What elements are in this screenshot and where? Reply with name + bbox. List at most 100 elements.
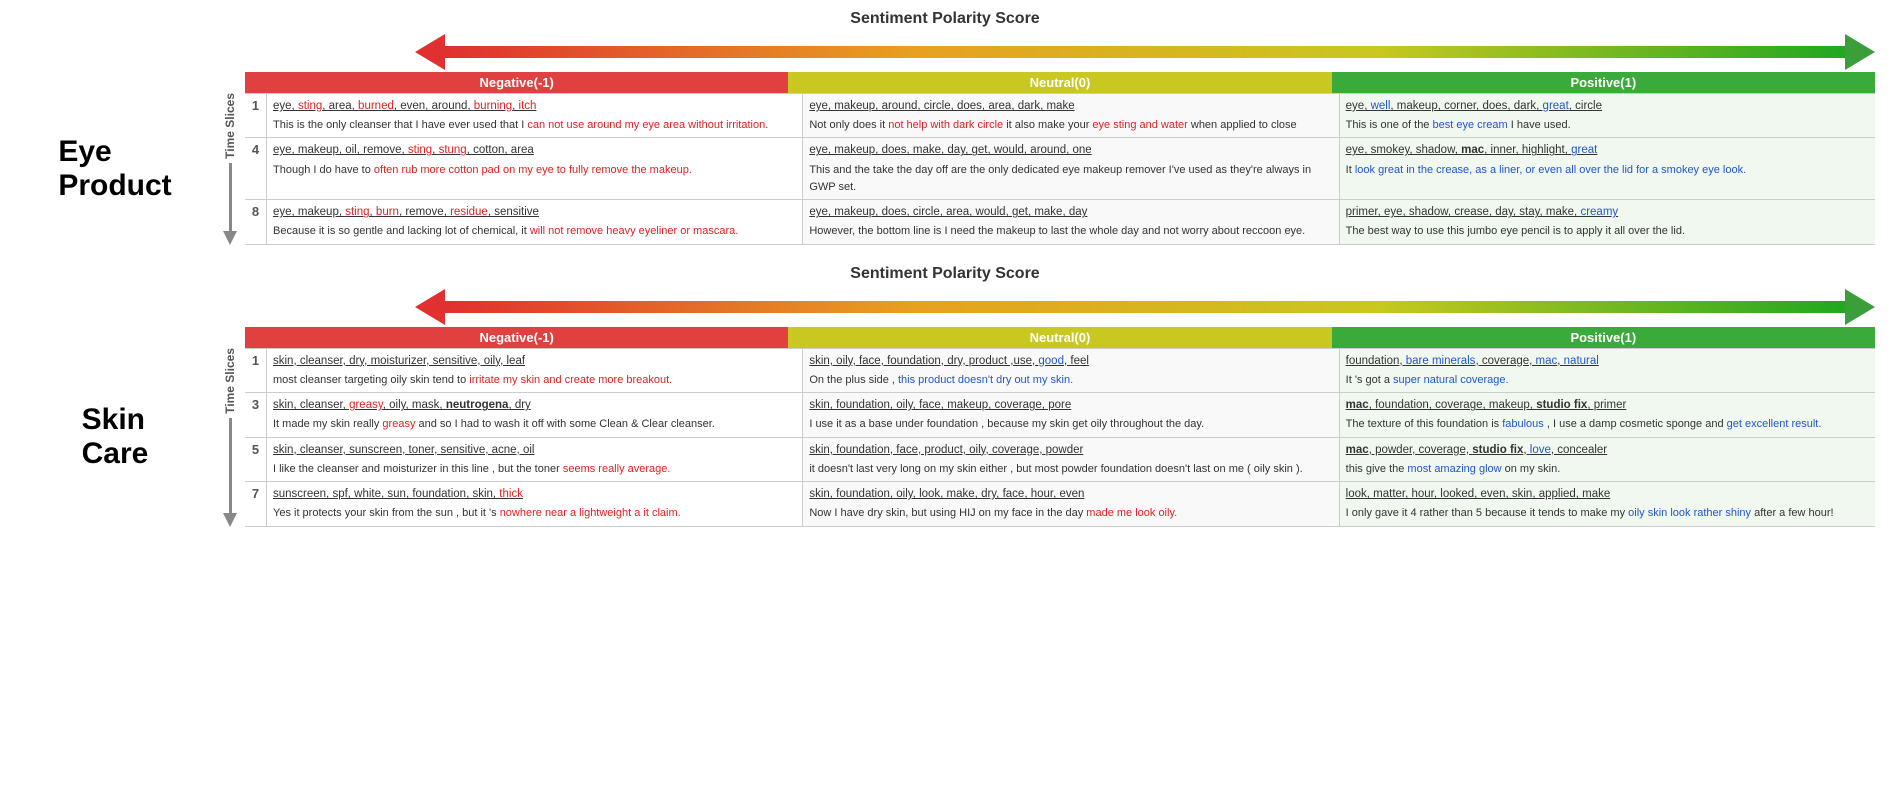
table-row: 1 skin, cleanser, dry, moisturizer, sens… <box>245 348 1875 393</box>
neu-header-skin: Neutral(0) <box>788 327 1331 348</box>
neg-cell-s3: skin, cleanser, greasy, oily, mask, neut… <box>267 393 803 436</box>
pos-keywords-8: primer, eye, shadow, crease, day, stay, … <box>1346 204 1869 220</box>
pos-cell-4: eye, smokey, shadow, mac, inner, highlig… <box>1340 138 1875 199</box>
neu-cell-s3: skin, foundation, oily, face, makeup, co… <box>803 393 1339 436</box>
neu-keywords-s5: skin, foundation, face, product, oily, c… <box>809 442 1332 458</box>
positive-arrow-right <box>1845 34 1875 70</box>
pos-review-1: This is one of the best eye cream I have… <box>1346 119 1571 131</box>
neg-review-s1: most cleanser targeting oily skin tend t… <box>273 374 672 386</box>
neu-keywords-8: eye, makeup, does, circle, area, would, … <box>809 204 1332 220</box>
neu-review-s3: I use it as a base under foundation , be… <box>809 418 1204 430</box>
neg-keywords-s7: sunscreen, spf, white, sun, foundation, … <box>273 486 796 502</box>
pos-keywords-s7: look, matter, hour, looked, even, skin, … <box>1346 486 1869 502</box>
eye-column-headers: Negative(-1) Neutral(0) Positive(1) <box>245 72 1875 93</box>
skin-care-section: Sentiment Polarity Score Negative(-1) Ne… <box>15 265 1875 527</box>
eye-product-label: EyeProduct <box>15 93 215 245</box>
positive-arrow-right-skin <box>1845 289 1875 325</box>
neg-keywords-s5: skin, cleanser, sunscreen, toner, sensit… <box>273 442 796 458</box>
slice-num-1: 1 <box>245 94 267 137</box>
slice-num-s7: 7 <box>245 482 267 525</box>
neu-cell-4: eye, makeup, does, make, day, get, would… <box>803 138 1339 199</box>
neg-cell-8: eye, makeup, sting, burn, remove, residu… <box>267 200 803 243</box>
pos-cell-8: primer, eye, shadow, crease, day, stay, … <box>1340 200 1875 243</box>
pos-header-skin: Positive(1) <box>1332 327 1875 348</box>
pos-cell-s3: mac, foundation, coverage, makeup, studi… <box>1340 393 1875 436</box>
neg-header-skin: Negative(-1) <box>245 327 788 348</box>
neg-review-s7: Yes it protects your skin from the sun ,… <box>273 507 681 519</box>
pos-review-s7: I only gave it 4 rather than 5 because i… <box>1346 507 1834 519</box>
skin-content-area: SkinCare Time Slices 1 skin, cleanser, d… <box>15 348 1875 527</box>
pos-review-8: The best way to use this jumbo eye penci… <box>1346 225 1685 237</box>
neg-review-4: Though I do have to often rub more cotto… <box>273 164 692 176</box>
neg-cell-s1: skin, cleanser, dry, moisturizer, sensit… <box>267 349 803 392</box>
neu-header: Neutral(0) <box>788 72 1331 93</box>
pos-review-4: It look great in the crease, as a liner,… <box>1346 164 1747 176</box>
pos-review-s5: this give the most amazing glow on my sk… <box>1346 463 1561 475</box>
slice-num-4: 4 <box>245 138 267 199</box>
neu-keywords-s7: skin, foundation, oily, look, make, dry,… <box>809 486 1332 502</box>
neu-cell-1: eye, makeup, around, circle, does, area,… <box>803 94 1339 137</box>
negative-arrow-left-skin <box>415 289 445 325</box>
pos-keywords-s1: foundation, bare minerals, coverage, mac… <box>1346 353 1869 369</box>
neg-keywords-s3: skin, cleanser, greasy, oily, mask, neut… <box>273 397 796 413</box>
eye-product-title: Sentiment Polarity Score <box>15 10 1875 28</box>
neu-review-1: Not only does it not help with dark circ… <box>809 119 1296 131</box>
pos-cell-1: eye, well, makeup, corner, does, dark, g… <box>1340 94 1875 137</box>
slice-num-s3: 3 <box>245 393 267 436</box>
neu-keywords-s3: skin, foundation, oily, face, makeup, co… <box>809 397 1332 413</box>
neg-review-1: This is the only cleanser that I have ev… <box>273 119 768 131</box>
neu-keywords-1: eye, makeup, around, circle, does, area,… <box>809 98 1332 114</box>
pos-keywords-s3: mac, foundation, coverage, makeup, studi… <box>1346 397 1869 413</box>
slice-num-s5: 5 <box>245 438 267 481</box>
neg-cell-4: eye, makeup, oil, remove, sting, stung, … <box>267 138 803 199</box>
neu-review-8: However, the bottom line is I need the m… <box>809 225 1305 237</box>
table-row: 4 eye, makeup, oil, remove, sting, stung… <box>245 138 1875 200</box>
pos-keywords-4: eye, smokey, shadow, mac, inner, highlig… <box>1346 142 1869 158</box>
neg-keywords-s1: skin, cleanser, dry, moisturizer, sensit… <box>273 353 796 369</box>
pos-review-s3: The texture of this foundation is fabulo… <box>1346 418 1822 430</box>
neg-keywords-1: eye, sting, area, burned, even, around, … <box>273 98 796 114</box>
neu-cell-s7: skin, foundation, oily, look, make, dry,… <box>803 482 1339 525</box>
eye-product-section: Sentiment Polarity Score Negative(-1) Ne… <box>15 10 1875 245</box>
eye-rows: 1 eye, sting, area, burned, even, around… <box>245 93 1875 245</box>
slice-num-8: 8 <box>245 200 267 243</box>
neg-review-8: Because it is so gentle and lacking lot … <box>273 225 738 237</box>
neu-review-4: This and the take the day off are the on… <box>809 164 1311 193</box>
pos-cell-s5: mac, powder, coverage, studio fix, love,… <box>1340 438 1875 481</box>
neu-cell-s5: skin, foundation, face, product, oily, c… <box>803 438 1339 481</box>
neu-review-s1: On the plus side , this product doesn't … <box>809 374 1073 386</box>
neg-review-s3: It made my skin really greasy and so I h… <box>273 418 715 430</box>
time-slices-label-skin: Time Slices <box>223 348 237 414</box>
pos-keywords-s5: mac, powder, coverage, studio fix, love,… <box>1346 442 1869 458</box>
skin-column-headers: Negative(-1) Neutral(0) Positive(1) <box>245 327 1875 348</box>
neg-cell-s5: skin, cleanser, sunscreen, toner, sensit… <box>267 438 803 481</box>
neg-keywords-4: eye, makeup, oil, remove, sting, stung, … <box>273 142 796 158</box>
neu-review-s7: Now I have dry skin, but using HIJ on my… <box>809 507 1177 519</box>
skin-rows: 1 skin, cleanser, dry, moisturizer, sens… <box>245 348 1875 527</box>
table-row: 5 skin, cleanser, sunscreen, toner, sens… <box>245 438 1875 482</box>
table-row: 8 eye, makeup, sting, burn, remove, resi… <box>245 200 1875 244</box>
neu-cell-8: eye, makeup, does, circle, area, would, … <box>803 200 1339 243</box>
neg-review-s5: I like the cleanser and moisturizer in t… <box>273 463 670 475</box>
table-row: 7 sunscreen, spf, white, sun, foundation… <box>245 482 1875 526</box>
table-row: 3 skin, cleanser, greasy, oily, mask, ne… <box>245 393 1875 437</box>
negative-arrow-left <box>415 34 445 70</box>
sentiment-arrow-bar <box>445 46 1845 58</box>
neu-cell-s1: skin, oily, face, foundation, dry, produ… <box>803 349 1339 392</box>
pos-review-s1: It 's got a super natural coverage. <box>1346 374 1509 386</box>
eye-content-area: EyeProduct Time Slices 1 eye, sting, are… <box>15 93 1875 245</box>
neu-review-s5: it doesn't last very long on my skin eit… <box>809 463 1302 475</box>
neu-keywords-s1: skin, oily, face, foundation, dry, produ… <box>809 353 1332 369</box>
time-slices-label-eye: Time Slices <box>223 93 237 159</box>
skin-care-label: SkinCare <box>15 348 215 527</box>
neg-keywords-8: eye, makeup, sting, burn, remove, residu… <box>273 204 796 220</box>
neu-keywords-4: eye, makeup, does, make, day, get, would… <box>809 142 1332 158</box>
skin-care-title: Sentiment Polarity Score <box>15 265 1875 283</box>
neg-header: Negative(-1) <box>245 72 788 93</box>
main-container: Sentiment Polarity Score Negative(-1) Ne… <box>0 0 1890 557</box>
sentiment-arrow-bar-skin <box>445 301 1845 313</box>
table-row: 1 eye, sting, area, burned, even, around… <box>245 93 1875 138</box>
pos-cell-s1: foundation, bare minerals, coverage, mac… <box>1340 349 1875 392</box>
slice-num-s1: 1 <box>245 349 267 392</box>
pos-cell-s7: look, matter, hour, looked, even, skin, … <box>1340 482 1875 525</box>
